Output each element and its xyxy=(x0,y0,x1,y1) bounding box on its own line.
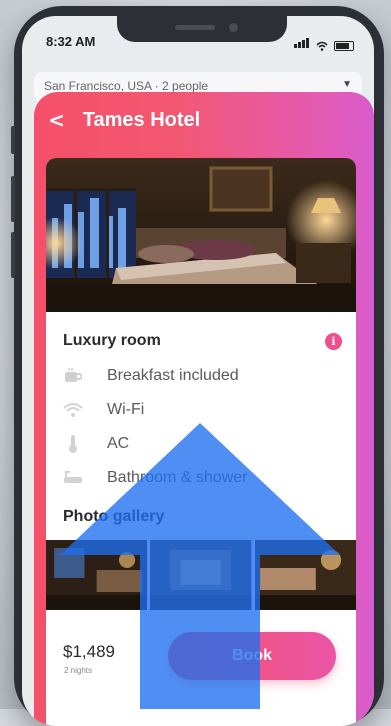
room-title: Luxury room xyxy=(63,332,161,349)
phone-volume-down xyxy=(11,232,15,278)
gallery-photo-3[interactable] xyxy=(254,540,356,610)
amenity-label: AC xyxy=(107,435,130,452)
status-time: 8:32 AM xyxy=(46,34,96,49)
price-value: $1,489 xyxy=(63,642,115,661)
notch xyxy=(117,16,287,42)
hotel-title: Tames Hotel xyxy=(82,108,201,131)
phone-screen: 8:32 AM San Francisco, USA · 2 people ▼ … xyxy=(22,16,374,726)
phone-volume-up xyxy=(11,176,15,222)
room-hero-image[interactable] xyxy=(46,158,356,312)
amenity-label: Wi-Fi xyxy=(107,401,145,418)
room-card: Luxury room i Breakfast included Wi-Fi A xyxy=(46,158,356,726)
amenity-label: Bathroom & shower xyxy=(107,469,248,486)
gallery-photo-1[interactable] xyxy=(46,540,148,610)
amenity-label: Breakfast included xyxy=(107,367,239,384)
amenity-ac: AC xyxy=(63,432,129,456)
bathtub-icon xyxy=(63,468,83,488)
signal-icon xyxy=(294,36,310,51)
camera-icon xyxy=(229,23,238,32)
wifi-icon xyxy=(63,400,83,420)
back-arrow-icon[interactable]: < xyxy=(48,108,65,132)
search-summary-text: San Francisco, USA · 2 people xyxy=(44,79,209,93)
coffee-cup-icon xyxy=(63,366,83,386)
thermometer-icon xyxy=(63,434,83,454)
hotel-header: < Tames Hotel xyxy=(48,108,200,132)
photo-gallery xyxy=(46,540,356,610)
amenity-wifi: Wi-Fi xyxy=(63,398,144,422)
nights-label: 2 nights xyxy=(64,666,93,675)
speaker xyxy=(175,25,215,30)
chevron-down-icon: ▼ xyxy=(342,79,352,90)
info-icon[interactable]: i xyxy=(325,333,342,350)
gallery-title: Photo gallery xyxy=(63,508,165,525)
wifi-status-icon xyxy=(316,41,328,51)
battery-icon xyxy=(334,41,354,51)
hotel-sheet: < Tames Hotel Luxury room i Breakfast in… xyxy=(34,92,374,726)
book-button[interactable]: Book xyxy=(168,632,336,680)
amenity-bathroom: Bathroom & shower xyxy=(63,466,248,490)
phone-side-button xyxy=(11,126,15,154)
amenity-breakfast: Breakfast included xyxy=(63,364,239,388)
booking-footer: $1,489 2 nights Book xyxy=(46,620,356,726)
status-icons xyxy=(294,36,354,51)
gallery-photo-2[interactable] xyxy=(150,540,252,610)
